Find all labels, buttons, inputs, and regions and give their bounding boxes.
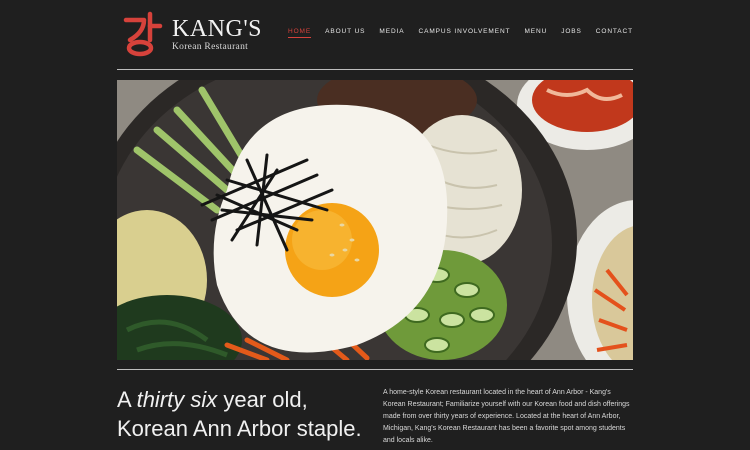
nav-campus-involvement[interactable]: CAMPUS INVOLVEMENT [419, 28, 511, 38]
logo-mark-icon [123, 11, 163, 57]
content-divider [117, 369, 633, 370]
tagline-pre: A [117, 387, 137, 412]
site-logo[interactable]: KANG'S Korean Restaurant [120, 10, 262, 58]
brand-subtitle: Korean Restaurant [172, 41, 249, 52]
nav-contact[interactable]: CONTACT [596, 28, 633, 38]
hero-image [117, 80, 633, 360]
nav-menu[interactable]: MENU [524, 28, 547, 38]
bibimbap-photo [117, 80, 633, 360]
tagline-post: year old, [217, 387, 308, 412]
tagline-emphasis: thirty six [136, 387, 218, 412]
brand-name: KANG'S [172, 15, 262, 42]
nav-jobs[interactable]: JOBS [561, 28, 582, 38]
header-divider [117, 69, 633, 70]
tagline-heading: A thirty six year old, Korean Ann Arbor … [117, 385, 362, 443]
nav-home[interactable]: HOME [287, 28, 312, 38]
nav-about-us[interactable]: ABOUT US [325, 28, 365, 38]
intro-description: A home-style Korean restaurant located i… [383, 389, 630, 444]
tagline-line-2: Korean Ann Arbor staple. [117, 416, 362, 441]
nav-media[interactable]: MEDIA [379, 28, 404, 38]
main-nav: HOME ABOUT US MEDIA CAMPUS INVOLVEMENT M… [274, 28, 633, 38]
